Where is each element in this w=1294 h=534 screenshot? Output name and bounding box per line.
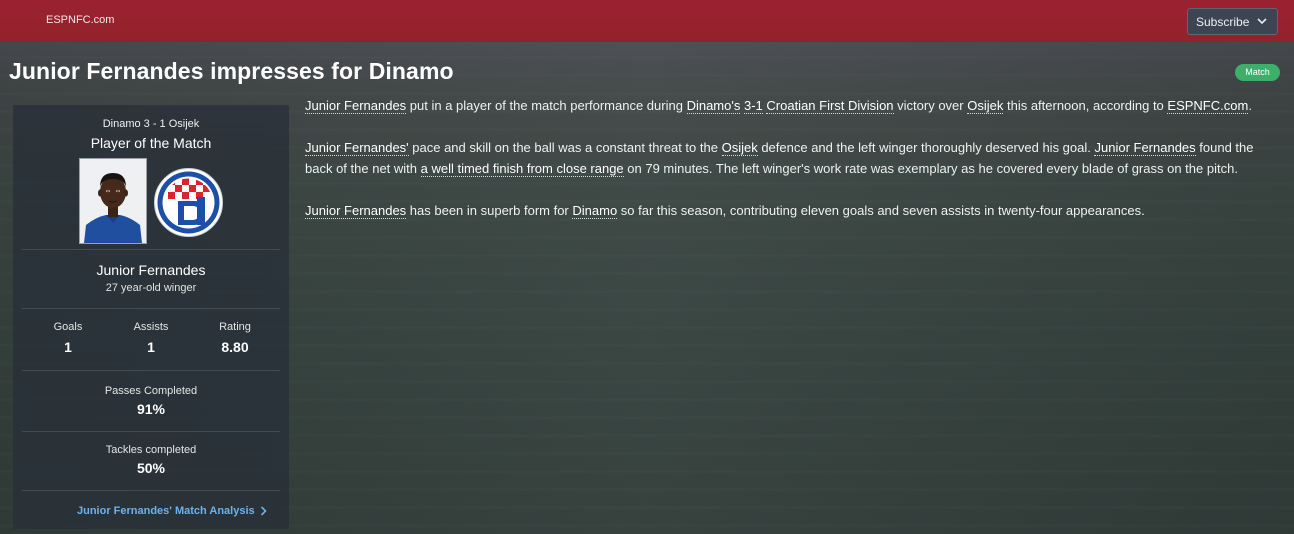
- divider: [22, 490, 280, 491]
- opponent-link[interactable]: Osijek: [721, 140, 758, 156]
- article-text: .: [1248, 98, 1252, 113]
- passes-completed-stat: Passes Completed 91%: [13, 385, 289, 417]
- goals-stat: Goals 1: [22, 321, 114, 355]
- goal-link[interactable]: a well timed finish from close range: [420, 161, 624, 177]
- rating-stat: Rating 8.80: [189, 321, 281, 355]
- match-analysis-label: Junior Fernandes' Match Analysis: [77, 505, 255, 517]
- site-name: ESPNFC.com: [46, 14, 115, 26]
- stat-value: 1: [147, 339, 155, 355]
- stat-label: Goals: [53, 321, 83, 333]
- player-link[interactable]: Junior Fernandes: [305, 203, 407, 219]
- article-text: has been in superb form for: [406, 203, 573, 218]
- player-link[interactable]: Junior Fernandes: [1094, 140, 1196, 156]
- stat-label: Assists: [133, 321, 169, 333]
- chevron-down-icon: [1257, 18, 1267, 25]
- club-link[interactable]: Dinamo's: [686, 98, 741, 114]
- stat-label: Rating: [219, 321, 251, 333]
- article-text: pace and skill on the ball was a constan…: [408, 140, 722, 155]
- stat-value: 8.80: [221, 339, 249, 355]
- chevron-right-icon: [260, 506, 267, 516]
- article-paragraph: Junior Fernandes has been in superb form…: [305, 200, 1280, 221]
- stat-value: 91%: [136, 401, 166, 417]
- competition-link[interactable]: Croatian First Division: [766, 98, 894, 114]
- player-name[interactable]: Junior Fernandes: [13, 262, 289, 278]
- source-link[interactable]: ESPNFC.com: [1167, 98, 1249, 114]
- player-link[interactable]: Junior Fernandes: [305, 98, 407, 114]
- article-text: on 79 minutes. The left winger's work ra…: [623, 161, 1238, 176]
- article-text: so far this season, contributing eleven …: [617, 203, 1145, 218]
- article-paragraph: Junior Fernandes put in a player of the …: [305, 95, 1280, 116]
- player-of-match-panel: Dinamo 3 - 1 Osijek Player of the Match: [13, 105, 289, 529]
- stat-label: Tackles completed: [105, 444, 197, 456]
- article-body: Junior Fernandes put in a player of the …: [305, 95, 1280, 242]
- article-text: this afternoon, according to: [1003, 98, 1168, 113]
- tackles-completed-stat: Tackles completed 50%: [13, 444, 289, 476]
- club-link[interactable]: Dinamo: [572, 203, 618, 219]
- player-portrait-image: [80, 159, 146, 243]
- article-text: put in a player of the match performance…: [406, 98, 687, 113]
- page-title: Junior Fernandes impresses for Dinamo: [9, 58, 454, 84]
- divider: [22, 431, 280, 432]
- match-analysis-link[interactable]: Junior Fernandes' Match Analysis: [77, 505, 267, 517]
- divider: [22, 249, 280, 250]
- opponent-link[interactable]: Osijek: [967, 98, 1004, 114]
- stat-value: 1: [64, 339, 72, 355]
- article-paragraph: Junior Fernandes' pace and skill on the …: [305, 137, 1280, 179]
- article-text: defence and the left winger thoroughly d…: [757, 140, 1095, 155]
- stat-label: Passes Completed: [104, 385, 198, 397]
- divider: [22, 370, 280, 371]
- divider: [22, 308, 280, 309]
- subscribe-button[interactable]: Subscribe: [1187, 8, 1278, 35]
- article-text: victory over: [893, 98, 968, 113]
- screen: ESPNFC.com Subscribe Junior Fernandes im…: [0, 0, 1294, 534]
- subscribe-label: Subscribe: [1196, 14, 1250, 29]
- match-badge: Match: [1235, 64, 1280, 81]
- score-link[interactable]: 3-1: [743, 98, 763, 114]
- dinamo-zagreb-crest-icon[interactable]: [153, 167, 224, 238]
- player-photo[interactable]: [79, 158, 147, 244]
- assists-stat: Assists 1: [105, 321, 197, 355]
- player-description: 27 year-old winger: [105, 282, 197, 294]
- match-score: Dinamo 3 - 1 Osijek: [102, 118, 200, 130]
- award-title: Player of the Match: [90, 135, 212, 151]
- top-bar: ESPNFC.com Subscribe: [0, 0, 1294, 42]
- stat-value: 50%: [136, 460, 166, 476]
- player-link[interactable]: Junior Fernandes': [305, 140, 409, 156]
